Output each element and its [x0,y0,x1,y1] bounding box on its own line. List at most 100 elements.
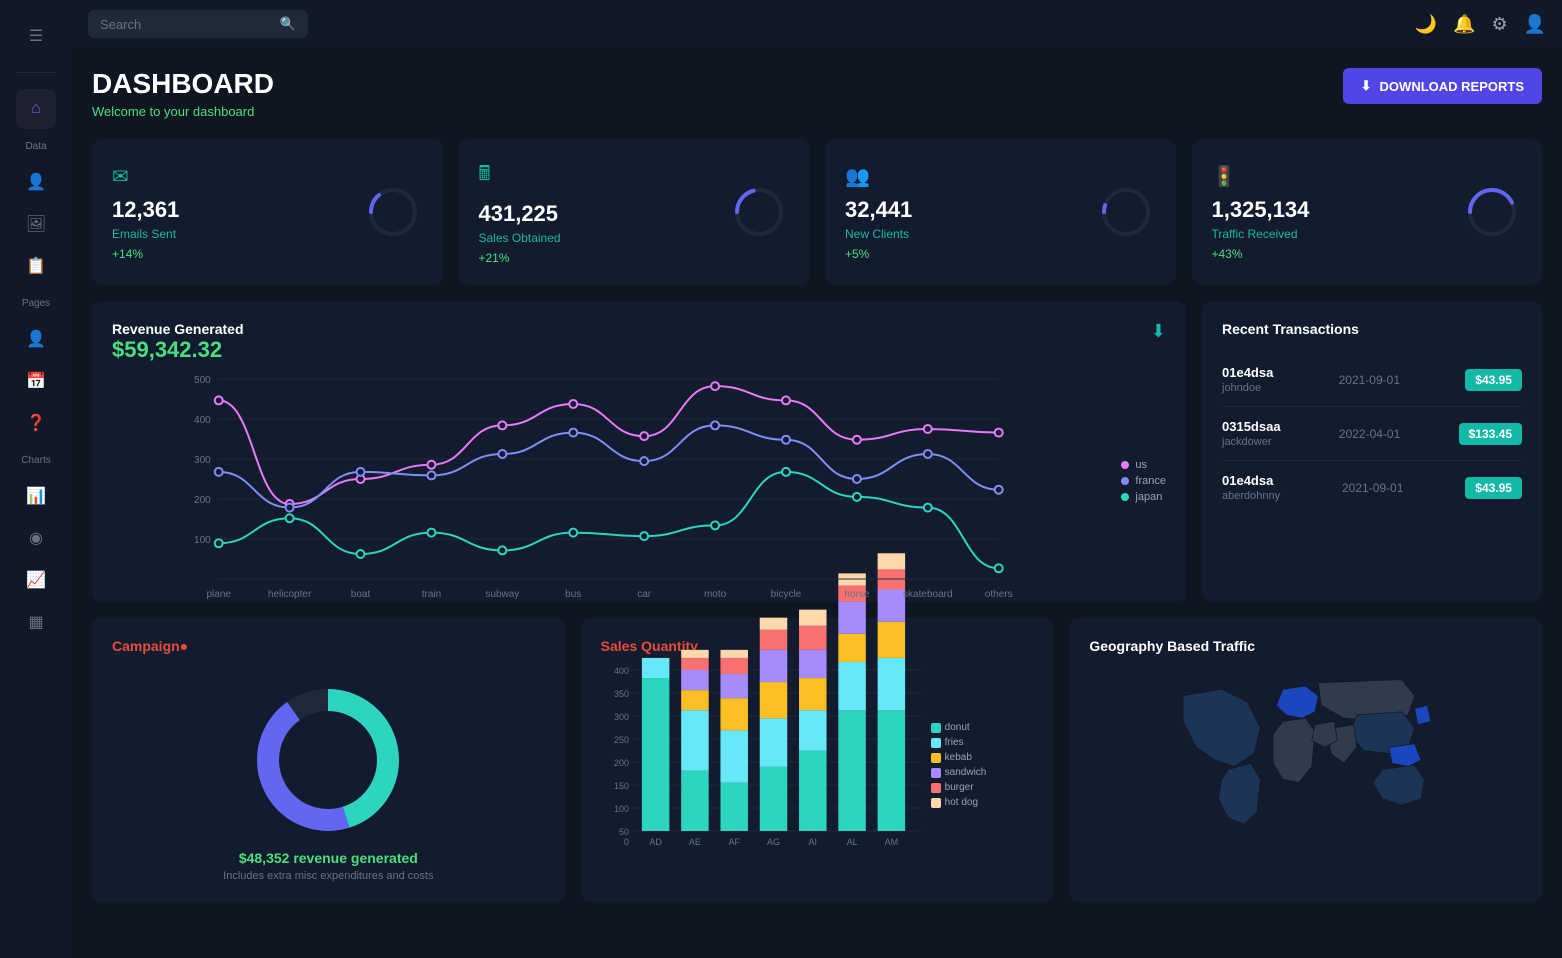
sidebar-profile[interactable]: 👤 [16,319,56,359]
transaction-row: 0315dsaa jackdower 2022-04-01 $133.45 [1222,407,1522,461]
sidebar-faq[interactable]: ❓ [16,403,56,443]
bar-legend-item-kebab: kebab [931,752,987,763]
chart-download-icon[interactable]: ⬇ [1151,321,1166,342]
sales-quantity-card: Sales Quantity 400 [581,618,1054,902]
svg-text:100: 100 [614,804,629,814]
geography-card: Geography Based Traffic [1069,618,1542,902]
svg-text:AG: AG [767,837,780,847]
svg-text:AF: AF [728,837,740,847]
legend-item-japan: japan [1121,491,1166,503]
ring-clients [1096,182,1156,242]
transactions-list: 01e4dsa johndoe 2021-09-01 $43.95 0315ds… [1222,353,1522,514]
revenue-line-chart: 500 400 300 200 100 planehelicopterboatt… [112,379,1105,579]
search-box[interactable]: 🔍 [88,10,308,38]
sidebar-line-chart[interactable]: 📈 [16,560,56,600]
sidebar-home[interactable]: ⌂ [16,89,56,129]
bar-legend-item-donut: donut [931,722,987,733]
svg-text:moto: moto [704,589,727,600]
ring-sales [729,182,789,242]
stat-icon-traffic: 🚦 [1212,164,1310,189]
sidebar-label-charts: Charts [21,455,50,466]
stat-change-sales: +21% [479,251,561,265]
download-button[interactable]: ⬇ DOWNLOAD REPORTS [1343,68,1542,104]
svg-text:skateboard: skateboard [903,589,952,600]
transactions-title: Recent Transactions [1222,321,1522,337]
sidebar-menu[interactable]: ☰ [16,16,56,56]
stat-card-email: ✉ 12,361 Emails Sent +14% [92,139,443,285]
tx-amount: $133.45 [1459,423,1522,445]
campaign-title: Campaign● [112,638,545,654]
chart-legend: us france japan [1121,459,1166,503]
geography-title: Geography Based Traffic [1089,638,1522,654]
notification-icon[interactable]: 🔔 [1453,14,1475,35]
stat-cards: ✉ 12,361 Emails Sent +14% 🖩 431,225 Sale… [92,139,1542,285]
svg-text:350: 350 [614,689,629,699]
page-header: DASHBOARD Welcome to your dashboard ⬇ DO… [92,68,1542,119]
middle-row: Revenue Generated $59,342.32 ⬇ [92,301,1542,602]
revenue-chart-card: Revenue Generated $59,342.32 ⬇ [92,301,1186,602]
campaign-card: Campaign● $48,352 revenue generated Incl… [92,618,565,902]
stat-value-clients: 32,441 [845,197,912,223]
sidebar-bar-chart[interactable]: 📊 [16,476,56,516]
stat-name-clients: New Clients [845,227,912,241]
svg-text:50: 50 [619,827,629,837]
stat-value-sales: 431,225 [479,201,561,227]
stat-change-traffic: +43% [1212,247,1310,261]
svg-text:250: 250 [614,735,629,745]
download-icon: ⬇ [1361,78,1372,94]
sidebar-user[interactable]: 👤 [16,162,56,202]
stat-card-clients: 👥 32,441 New Clients +5% [825,139,1176,285]
svg-text:plane: plane [206,589,231,600]
dark-mode-icon[interactable]: 🌙 [1415,14,1437,35]
sidebar-calendar[interactable]: 📅 [16,361,56,401]
revenue-chart-value: $59,342.32 [112,337,244,363]
topbar: 🔍 🌙 🔔 ⚙ 👤 [72,0,1562,48]
svg-text:boat: boat [351,589,371,600]
profile-icon[interactable]: 👤 [1524,14,1546,35]
campaign-subtitle: Includes extra misc expenditures and cos… [223,870,433,882]
svg-text:AI: AI [808,837,817,847]
topbar-icons: 🌙 🔔 ⚙ 👤 [1415,14,1546,35]
svg-text:AL: AL [846,837,857,847]
revenue-chart-title: Revenue Generated [112,321,244,337]
svg-text:bus: bus [565,589,581,600]
main-area: 🔍 🌙 🔔 ⚙ 👤 DASHBOARD Welcome to your dash… [72,0,1562,958]
tx-date: 2022-04-01 [1339,427,1400,441]
search-input[interactable] [100,17,272,32]
sidebar-pie-chart[interactable]: ◉ [16,518,56,558]
tx-date: 2021-09-01 [1339,373,1400,387]
svg-text:300: 300 [614,712,629,722]
svg-text:train: train [422,589,441,600]
page-subtitle: Welcome to your dashboard [92,104,274,119]
campaign-revenue: $48,352 revenue generated [239,850,418,866]
bar-legend-item-fries: fries [931,737,987,748]
campaign-donut [248,680,408,840]
sidebar-gallery[interactable]: 🖼 [16,204,56,244]
search-icon: 🔍 [280,16,296,32]
sidebar-table-chart[interactable]: ▦ [16,602,56,642]
tx-info: 01e4dsa johndoe [1222,365,1273,394]
svg-text:horse: horse [844,589,869,600]
map-svg [1089,670,1522,850]
stat-change-email: +14% [112,247,179,261]
svg-text:subway: subway [485,589,519,600]
stat-name-sales: Sales Obtained [479,231,561,245]
settings-icon[interactable]: ⚙ [1491,14,1507,35]
svg-text:AM: AM [884,837,898,847]
sidebar: ☰ ⌂ Data 👤 🖼 📋 Pages 👤 📅 ❓ Charts 📊 ◉ 📈 … [0,0,72,958]
sidebar-list[interactable]: 📋 [16,246,56,286]
tx-date: 2021-09-01 [1342,481,1403,495]
ring-email [363,182,423,242]
svg-text:200: 200 [614,758,629,768]
world-map [1089,670,1522,850]
svg-text:helicopter: helicopter [268,589,312,600]
stat-icon-email: ✉ [112,164,179,189]
transaction-row: 01e4dsa aberdohnny 2021-09-01 $43.95 [1222,461,1522,514]
legend-item-france: france [1121,475,1166,487]
stat-name-email: Emails Sent [112,227,179,241]
bar-legend-item-burger: burger [931,782,987,793]
svg-text:400: 400 [614,666,629,676]
legend-item-us: us [1121,459,1166,471]
lower-row: Campaign● $48,352 revenue generated Incl… [92,618,1542,902]
tx-info: 0315dsaa jackdower [1222,419,1281,448]
